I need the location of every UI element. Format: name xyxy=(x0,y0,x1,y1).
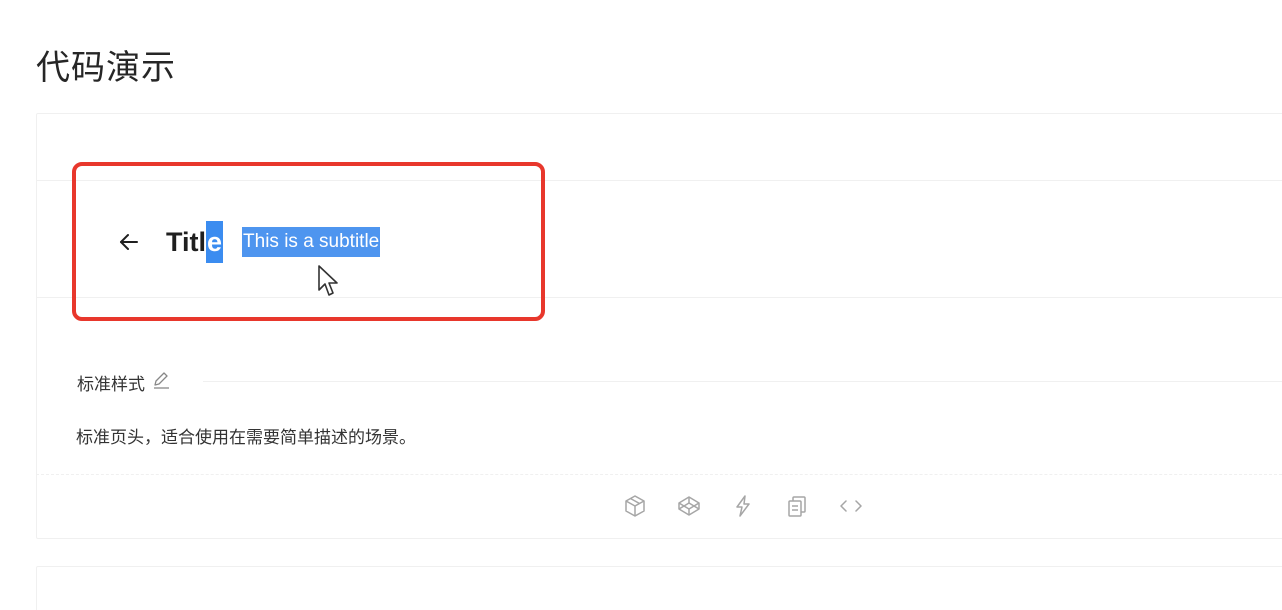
demo-meta-title: 标准样式 xyxy=(77,370,171,395)
codepen-icon[interactable] xyxy=(676,493,702,519)
demo-description: 标准页头，适合使用在需要简单描述的场景。 xyxy=(76,428,416,448)
demo-meta-title-text: 标准样式 xyxy=(77,375,145,395)
next-demo-card xyxy=(36,566,1282,610)
section-title: 代码演示 xyxy=(36,48,176,88)
highlight-annotation xyxy=(72,162,545,321)
expand-code-icon[interactable] xyxy=(838,493,864,519)
mouse-cursor-icon xyxy=(318,265,338,296)
codesandbox-icon[interactable] xyxy=(622,493,648,519)
stackblitz-icon[interactable] xyxy=(730,493,756,519)
demo-actions xyxy=(622,493,864,519)
copy-icon[interactable] xyxy=(784,493,810,519)
actions-divider xyxy=(36,474,1282,475)
edit-icon[interactable] xyxy=(151,370,171,395)
meta-title-divider xyxy=(203,381,1282,382)
